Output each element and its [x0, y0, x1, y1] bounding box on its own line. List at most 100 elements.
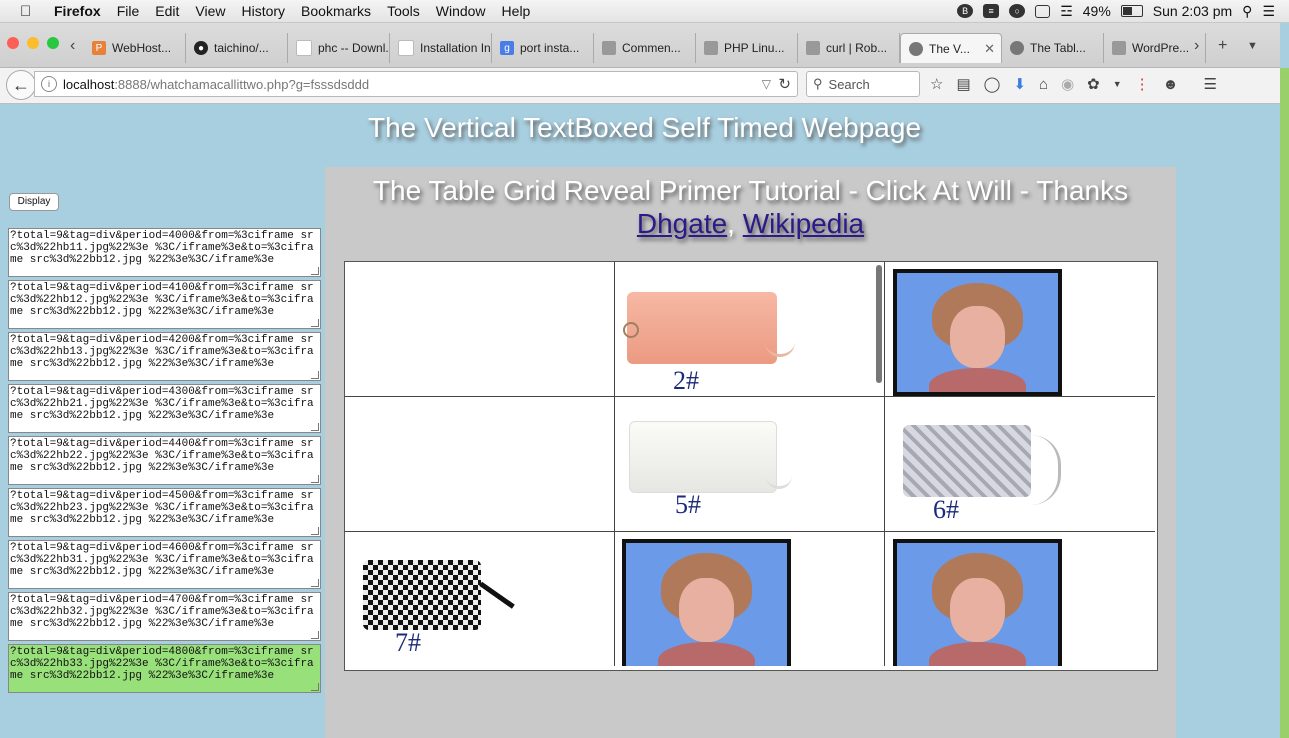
zoom-window-icon[interactable] [47, 37, 59, 49]
pocket-icon[interactable]: ◯ [984, 75, 1001, 93]
notification-center-icon[interactable]: ☰ [1262, 3, 1275, 20]
tab-taichino[interactable]: ● taichino/... [186, 33, 288, 63]
tab-label: Commen... [622, 41, 681, 55]
tab-label: curl | Rob... [826, 41, 888, 55]
grid-cell-5[interactable]: 5# [615, 397, 885, 532]
url-textbox-2[interactable]: ?total=9&tag=div&period=4100&from=%3cifr… [8, 280, 321, 329]
apple-icon[interactable]:  [20, 3, 40, 20]
grid-cell-2[interactable]: 2# [615, 262, 885, 397]
grid-cell-1[interactable] [345, 262, 615, 397]
p-icon: P [92, 41, 106, 55]
globe-icon [1010, 41, 1024, 55]
b-status-icon[interactable]: B [957, 4, 974, 18]
menu-app-firefox[interactable]: Firefox [54, 3, 101, 19]
iframe-scrollbar[interactable] [876, 265, 882, 383]
tab-label: WebHost... [112, 41, 172, 55]
portrait-image [622, 539, 791, 666]
hamburger-menu-icon[interactable]: ☰ [1203, 75, 1216, 93]
addon-icon[interactable]: ✿ [1087, 75, 1100, 93]
grid-cell-8[interactable] [615, 532, 885, 666]
url-bar[interactable]: i localhost:8888/whatchamacallittwo.php?… [34, 71, 798, 97]
grid-cell-3[interactable] [885, 262, 1155, 397]
panel-title: The Table Grid Reveal Primer Tutorial - … [372, 175, 1129, 206]
menu-extra-icon[interactable]: ≡ [983, 4, 1000, 18]
grid-cell-9[interactable] [885, 532, 1155, 666]
url-textbox-8[interactable]: ?total=9&tag=div&period=4700&from=%3cifr… [8, 592, 321, 641]
menu-tools[interactable]: Tools [387, 3, 420, 19]
extension-icon[interactable]: ◉ [1061, 75, 1074, 93]
close-window-icon[interactable] [7, 37, 19, 49]
wikipedia-link[interactable]: Wikipedia [743, 208, 864, 239]
grid-cell-7[interactable]: 7# [345, 532, 615, 666]
tab-label: port insta... [520, 41, 580, 55]
bag-image [903, 425, 1061, 505]
tab-port-install[interactable]: g port insta... [492, 33, 594, 63]
tab-webhost[interactable]: P WebHost... [84, 33, 186, 63]
google-icon: g [500, 41, 514, 55]
menu-edit[interactable]: Edit [155, 3, 179, 19]
search-icon: ⚲ [813, 76, 823, 91]
bookmark-star-icon[interactable]: ☆ [930, 75, 943, 93]
tab-list-dropdown-icon[interactable]: ▼ [1247, 40, 1258, 52]
grid-cell-6[interactable]: 6# [885, 397, 1155, 532]
tabs-scroll-right-icon[interactable]: › [1194, 37, 1199, 55]
url-textbox-9-active[interactable]: ?total=9&tag=div&period=4800&from=%3cifr… [8, 644, 321, 693]
minimize-window-icon[interactable] [27, 37, 39, 49]
battery-icon[interactable] [1120, 5, 1143, 17]
tab-phc[interactable]: phc -- Downl... [288, 33, 390, 63]
url-textbox-3[interactable]: ?total=9&tag=div&period=4200&from=%3cifr… [8, 332, 321, 381]
menu-window[interactable]: Window [436, 3, 486, 19]
portrait-image [893, 269, 1062, 396]
tab-active-the-vertical[interactable]: The V... ✕ [900, 33, 1002, 63]
bag-image [363, 560, 523, 630]
red-dots-icon[interactable]: ⋮ [1135, 75, 1150, 93]
url-host: localhost [63, 76, 115, 92]
tab-php-linux[interactable]: PHP Linu... [696, 33, 798, 63]
close-tab-icon[interactable]: ✕ [984, 41, 995, 57]
spotlight-search-icon[interactable]: ⚲ [1242, 3, 1252, 20]
grid-cell-4[interactable] [345, 397, 615, 532]
menu-bookmarks[interactable]: Bookmarks [301, 3, 371, 19]
navigation-toolbar: ← i localhost:8888/whatchamacallittwo.ph… [0, 68, 1280, 104]
url-history-dropdown-icon[interactable]: ▽ [762, 77, 771, 91]
tab-comments[interactable]: Commen... [594, 33, 696, 63]
tab-wordpress[interactable]: WordPre... [1104, 33, 1206, 63]
menu-view[interactable]: View [195, 3, 225, 19]
back-button[interactable]: ← [6, 70, 36, 100]
download-icon[interactable]: ⬇ [1013, 75, 1026, 93]
menu-file[interactable]: File [117, 3, 140, 19]
circle-status-icon[interactable]: ○ [1009, 4, 1026, 18]
clock[interactable]: Sun 2:03 pm [1153, 3, 1232, 19]
url-textbox-1[interactable]: ?total=9&tag=div&period=4000&from=%3cifr… [8, 228, 321, 277]
page-title: The Vertical TextBoxed Self Timed Webpag… [367, 112, 922, 143]
reload-icon[interactable]: ↻ [778, 75, 791, 93]
tab-label: WordPre... [1132, 41, 1190, 55]
portrait-image [893, 539, 1062, 666]
wifi-icon[interactable]: ☲ [1060, 3, 1073, 20]
generic-icon [1112, 41, 1126, 55]
url-textbox-4[interactable]: ?total=9&tag=div&period=4300&from=%3cifr… [8, 384, 321, 433]
reading-list-icon[interactable]: ▤ [956, 75, 970, 93]
new-tab-icon[interactable]: + [1218, 37, 1227, 55]
url-textbox-7[interactable]: ?total=9&tag=div&period=4600&from=%3cifr… [8, 540, 321, 589]
home-icon[interactable]: ⌂ [1039, 76, 1048, 93]
toolbar-icons: ☆ ▤ ◯ ⬇ ⌂ ◉ ✿ ▼ ⋮ ☻ ☰ [930, 75, 1217, 94]
url-textbox-5[interactable]: ?total=9&tag=div&period=4400&from=%3cifr… [8, 436, 321, 485]
menu-history[interactable]: History [241, 3, 285, 19]
site-info-icon[interactable]: i [41, 76, 57, 92]
search-box[interactable]: ⚲ Search [806, 71, 920, 97]
url-textbox-6[interactable]: ?total=9&tag=div&period=4500&from=%3cifr… [8, 488, 321, 537]
dhgate-link[interactable]: Dhgate [637, 208, 727, 239]
addon-dropdown-icon[interactable]: ▼ [1113, 79, 1122, 89]
menu-help[interactable]: Help [502, 3, 531, 19]
display-button[interactable]: Display [9, 193, 59, 211]
tabs-scroll-left-icon[interactable]: ‹ [70, 37, 75, 55]
tab-installation[interactable]: Installation In... [390, 33, 492, 63]
battery-percent[interactable]: 49% [1083, 3, 1111, 19]
airplay-icon[interactable] [1035, 4, 1051, 18]
tab-list: P WebHost... ● taichino/... phc -- Downl..… [84, 33, 1206, 65]
panel-links: Dhgate, Wikipedia [325, 207, 1176, 241]
tab-curl[interactable]: curl | Rob... [798, 33, 900, 63]
chat-icon[interactable]: ☻ [1163, 76, 1179, 93]
tab-the-table[interactable]: The Tabl... [1002, 33, 1104, 63]
